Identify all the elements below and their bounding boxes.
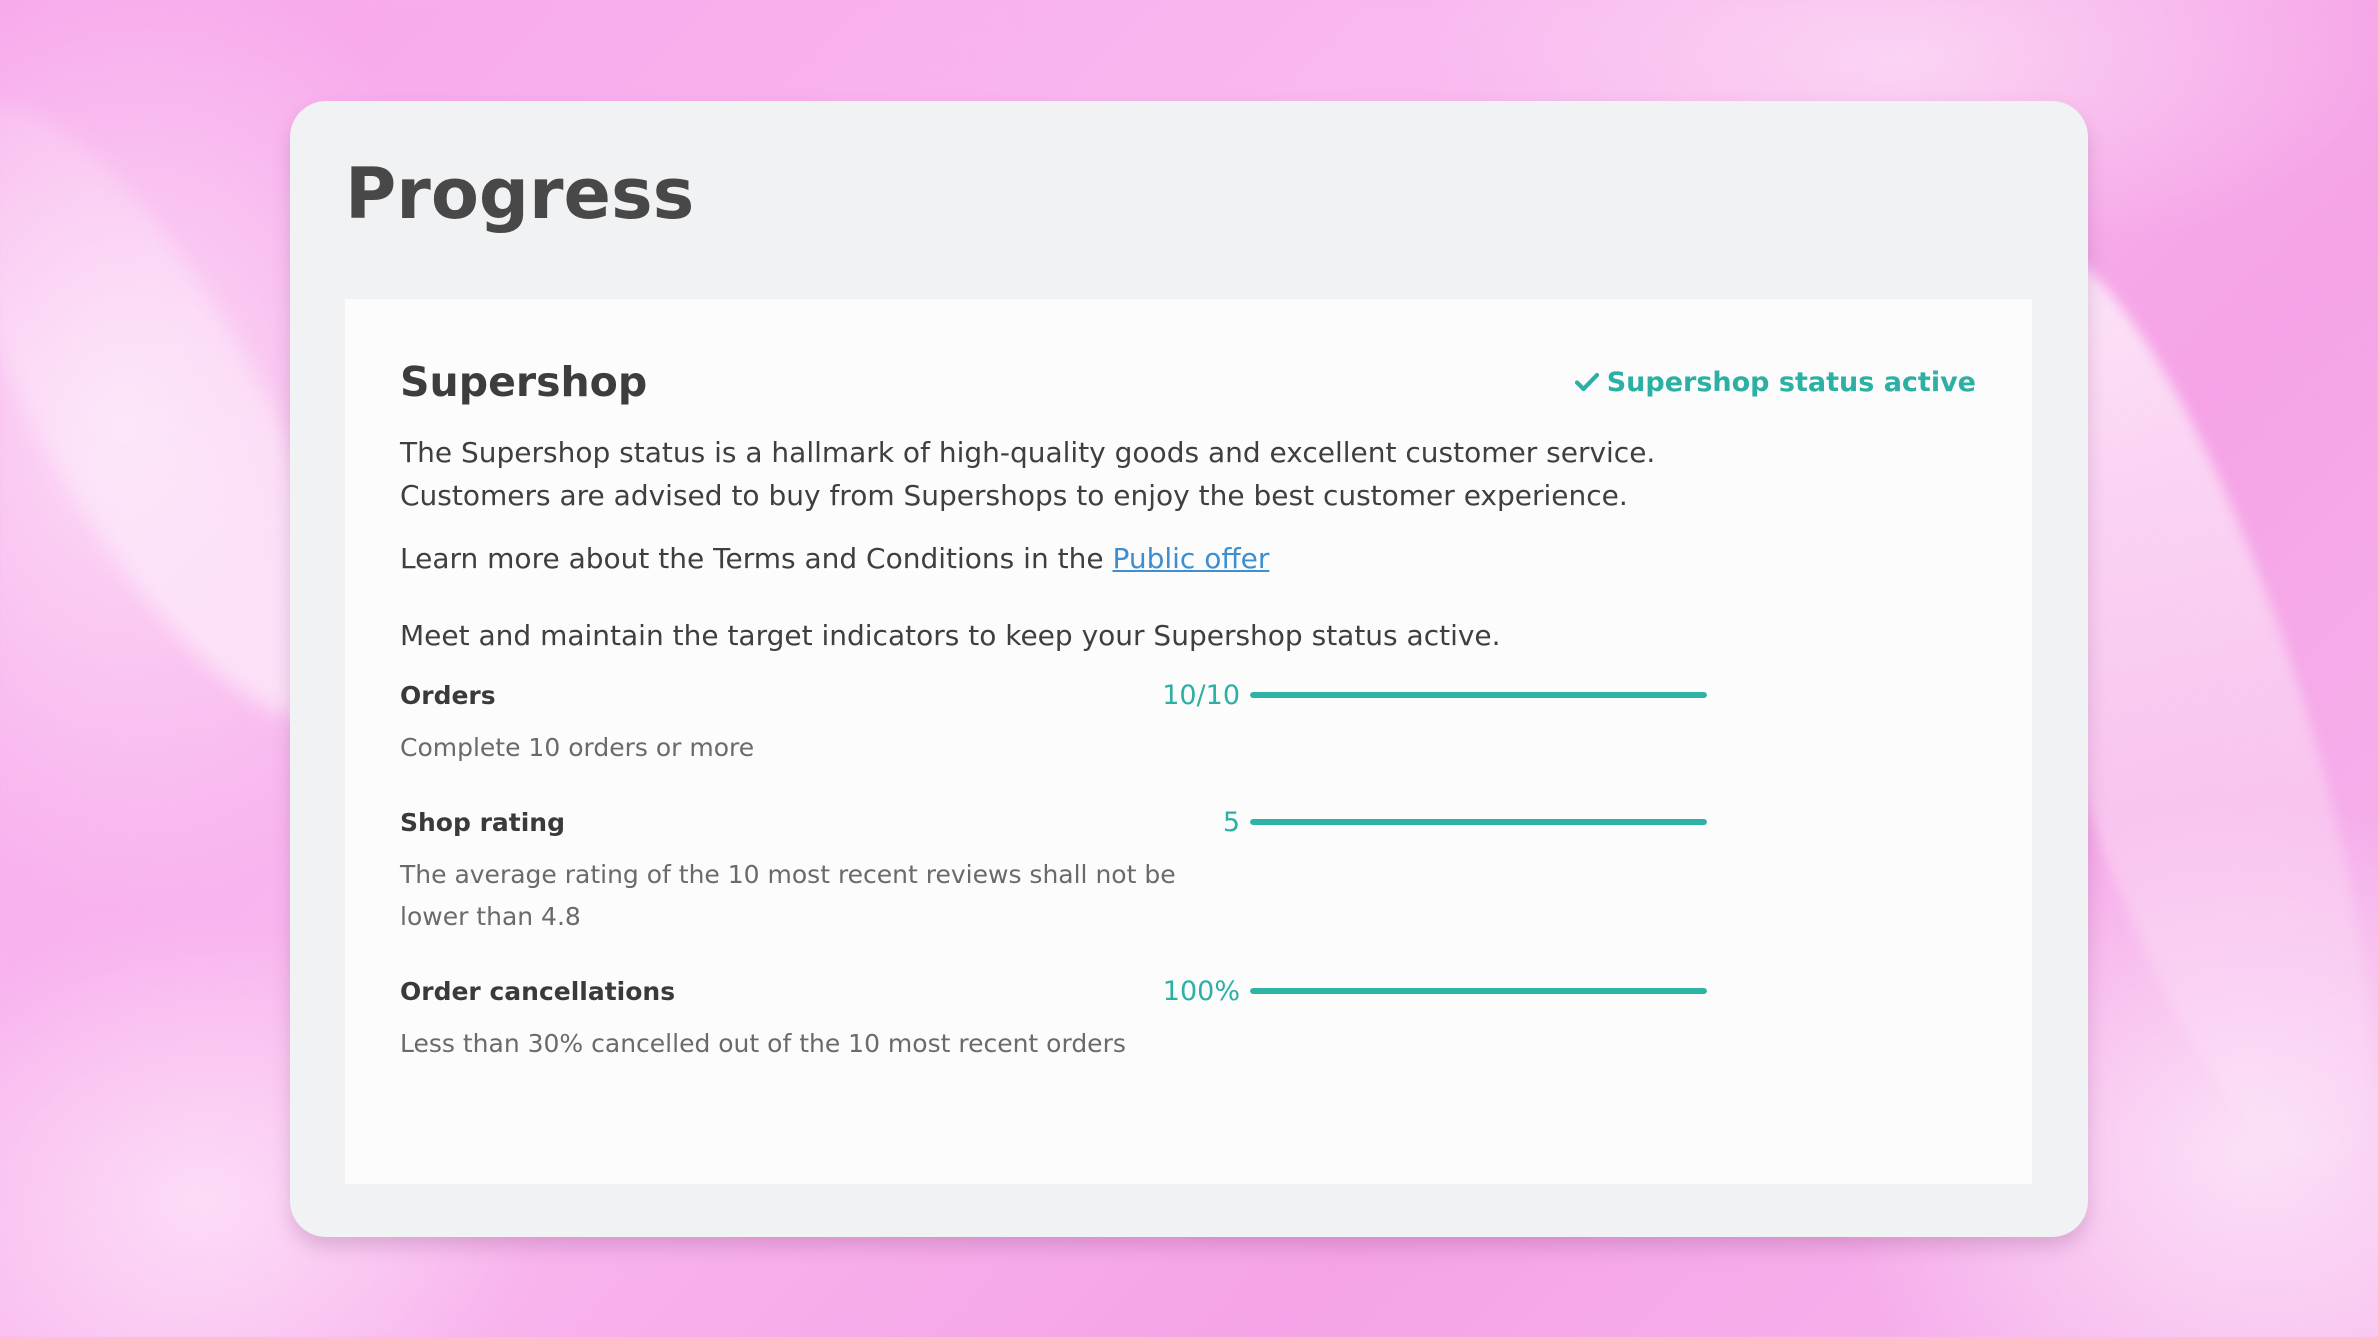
status-badge: Supershop status active	[1574, 366, 1976, 398]
indicator-value: 5	[1222, 806, 1240, 838]
supershop-panel: Supershop Supershop status active The Su…	[345, 299, 2032, 1184]
indicator-label: Orders	[400, 680, 496, 710]
progress-bar	[1250, 988, 1707, 994]
indicators-list: Orders 10/10 Complete 10 orders or more …	[400, 675, 1976, 1065]
indicator-orders: Orders 10/10 Complete 10 orders or more	[400, 675, 1720, 769]
indicator-head: Order cancellations 100%	[400, 971, 1720, 1011]
indicators-intro: Meet and maintain the target indicators …	[400, 619, 1501, 652]
progress-bar	[1250, 692, 1707, 698]
indicator-order-cancellations: Order cancellations 100% Less than 30% c…	[400, 971, 1720, 1065]
indicator-head: Shop rating 5	[400, 802, 1720, 842]
progress-fill	[1250, 819, 1707, 825]
progress-card: Progress Supershop Supershop status acti…	[290, 101, 2088, 1237]
supershop-title: Supershop	[400, 358, 648, 406]
indicator-label: Order cancellations	[400, 976, 676, 1006]
indicator-description: The average rating of the 10 most recent…	[400, 860, 1176, 931]
indicator-description: Less than 30% cancelled out of the 10 mo…	[400, 1029, 1126, 1058]
description-line-1: The Supershop status is a hallmark of hi…	[400, 436, 1656, 469]
page-title: Progress	[345, 153, 695, 235]
description-line-2: Customers are advised to buy from Supers…	[400, 479, 1628, 512]
progress-fill	[1250, 988, 1707, 994]
status-label: Supershop status active	[1606, 366, 1976, 398]
indicator-label: Shop rating	[400, 807, 565, 837]
progress-bar	[1250, 819, 1707, 825]
public-offer-link[interactable]: Public offer	[1112, 542, 1269, 575]
panel-header: Supershop Supershop status active	[400, 357, 1976, 407]
progress-fill	[1250, 692, 1707, 698]
check-icon	[1574, 372, 1599, 392]
indicator-value: 100%	[1162, 975, 1240, 1007]
indicator-shop-rating: Shop rating 5 The average rating of the …	[400, 802, 1720, 938]
indicator-description: Complete 10 orders or more	[400, 733, 755, 762]
indicator-value: 10/10	[1162, 679, 1240, 711]
learn-more-prefix: Learn more about the Terms and Condition…	[400, 542, 1113, 575]
indicator-head: Orders 10/10	[400, 675, 1720, 715]
supershop-description: The Supershop status is a hallmark of hi…	[400, 431, 1976, 517]
learn-more-text: Learn more about the Terms and Condition…	[400, 537, 1976, 580]
